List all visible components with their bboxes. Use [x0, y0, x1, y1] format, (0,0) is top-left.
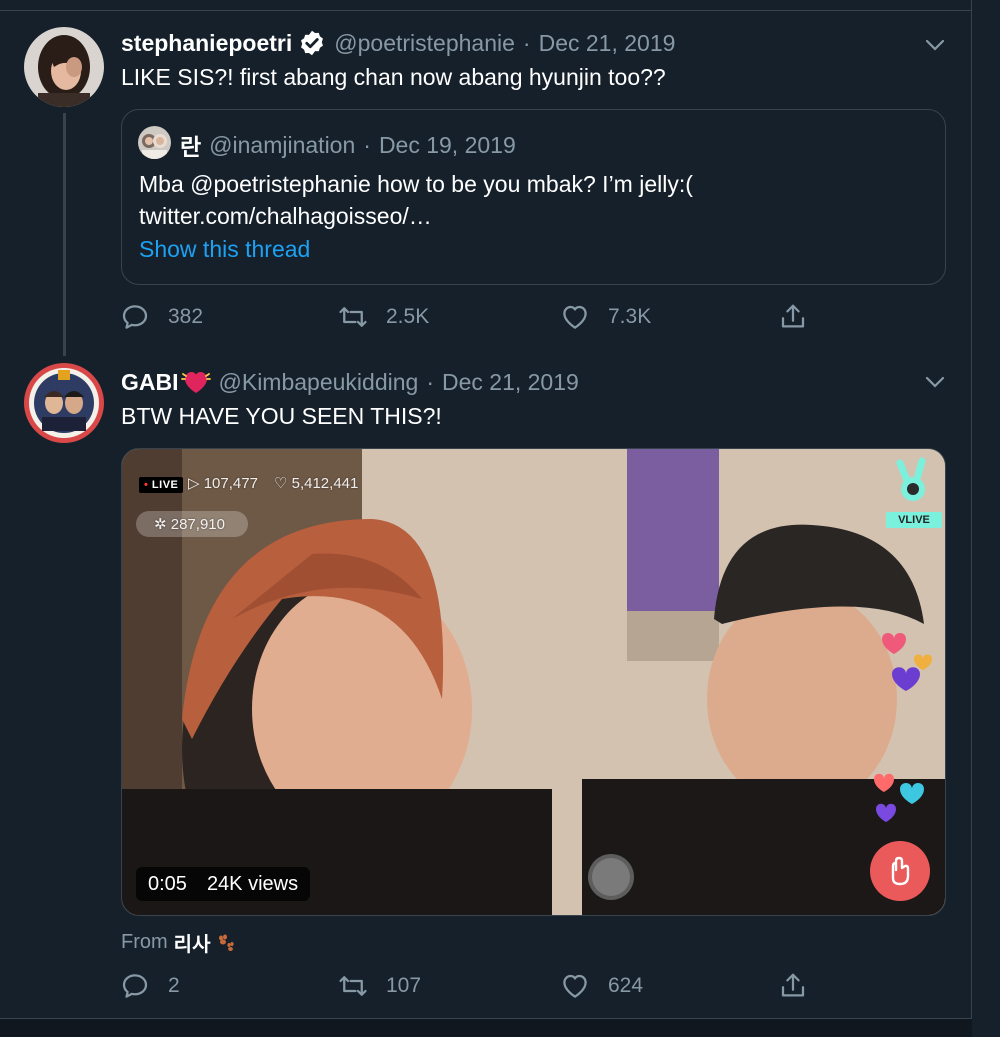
scroll-gutter	[973, 0, 1000, 1037]
reply-icon	[122, 974, 148, 998]
tweet2-header: GABI @Kimbapeukidding · Dec 21, 2019	[121, 368, 579, 396]
tweet2-display-name[interactable]: GABI	[121, 369, 179, 396]
video-views: 24K views	[206, 872, 299, 895]
retweet-icon	[339, 307, 367, 327]
verified-badge-icon	[301, 30, 324, 56]
like-button[interactable]: 7.3K	[560, 302, 651, 332]
hand-heart-icon	[891, 856, 910, 886]
like-button[interactable]: 624	[560, 971, 643, 1001]
reply-button[interactable]: 2	[120, 971, 180, 1001]
reply-icon	[122, 305, 148, 329]
like-count: 7.3K	[608, 305, 652, 328]
tweet1-date[interactable]: Dec 21, 2019	[539, 30, 676, 57]
retweet-count: 107	[386, 974, 422, 997]
from-source-name[interactable]: 리사	[174, 928, 211, 957]
avatar-stephaniepoetri[interactable]	[24, 27, 104, 107]
separator-dot: ·	[363, 131, 371, 158]
divider	[0, 10, 972, 11]
retweet-icon	[339, 976, 367, 996]
quoted-tweet-card[interactable]: 란 @inamjination · Dec 19, 2019 Mba @poet…	[121, 109, 946, 285]
heart-count: ♡ 5,412,441	[274, 475, 359, 492]
heart-icon	[563, 305, 587, 329]
tweet1-action-bar: 382 2.5K 7.3K	[120, 302, 820, 336]
paw-prints-icon	[219, 934, 235, 951]
sparkle-icon: ✲	[154, 516, 171, 533]
like-count: 624	[608, 974, 644, 997]
victory-hand-icon	[896, 457, 926, 501]
tweet2-text: BTW HAVE YOU SEEN THIS?!	[121, 403, 442, 429]
vlive-label: VLIVE	[886, 512, 942, 528]
quote-date: Dec 19, 2019	[378, 131, 516, 158]
from-prefix: From	[121, 931, 168, 953]
live-badge: • LIVE	[139, 477, 184, 493]
quote-avatar	[138, 126, 171, 159]
reply-count: 382	[168, 305, 204, 328]
video-player[interactable]: • LIVE ▷ 107,477 ♡ 5,412,441 ✲ 287,910 V…	[121, 448, 946, 916]
chevron-down-icon[interactable]	[924, 375, 946, 389]
tweet1-header: stephaniepoetri @poetristephanie · Dec 2…	[121, 29, 675, 57]
video-time-pill: 0:05 24K views	[136, 867, 311, 901]
share-button[interactable]	[778, 971, 826, 1001]
share-icon	[781, 973, 805, 997]
quote-text-line2: twitter.com/chalhagoisseo/…	[139, 203, 432, 229]
avatar-gabi[interactable]	[24, 363, 104, 443]
tweet2-handle[interactable]: @Kimbapeukidding	[219, 369, 419, 396]
quote-text-line1: Mba @poetristephanie how to be you mbak?…	[139, 171, 693, 197]
show-thread-link[interactable]: Show this thread	[139, 236, 310, 263]
share-icon	[781, 304, 805, 328]
video-scrub-knob[interactable]	[588, 854, 634, 900]
tweet1-text: LIKE SIS?! first abang chan now abang hy…	[121, 64, 666, 90]
retweet-button[interactable]: 2.5K	[338, 302, 429, 332]
separator-dot: ·	[426, 368, 434, 395]
retweet-count: 2.5K	[386, 305, 430, 328]
heart-icon	[563, 974, 587, 998]
live-label: LIVE	[151, 479, 179, 491]
chevron-down-icon[interactable]	[924, 38, 946, 52]
video-elapsed: 0:05	[148, 872, 187, 895]
reply-count: 2	[168, 974, 180, 997]
vlive-logo: VLIVE	[886, 457, 942, 528]
tweet2-date[interactable]: Dec 21, 2019	[442, 369, 579, 396]
retweet-button[interactable]: 107	[338, 971, 421, 1001]
quote-handle: @inamjination	[209, 131, 356, 158]
thread-connector	[63, 113, 66, 356]
react-button[interactable]	[870, 841, 930, 901]
quote-header: 란 @inamjination · Dec 19, 2019	[180, 128, 516, 162]
beating-heart-icon	[180, 372, 211, 393]
sparkle-count: ✲ 287,910	[154, 516, 225, 533]
share-button[interactable]	[778, 302, 826, 332]
play-count: ▷ 107,477	[188, 475, 258, 492]
next-tweet-strip	[0, 1019, 972, 1037]
quote-display-name: 란	[180, 134, 202, 160]
tweet1-display-name[interactable]: stephaniepoetri	[121, 30, 292, 57]
tweet1-handle[interactable]: @poetristephanie	[334, 30, 515, 57]
separator-dot: ·	[522, 29, 531, 56]
tweet2-action-bar: 2 107 624	[120, 971, 820, 1005]
reply-button[interactable]: 382	[120, 302, 203, 332]
from-attribution: From 리사	[121, 928, 236, 957]
